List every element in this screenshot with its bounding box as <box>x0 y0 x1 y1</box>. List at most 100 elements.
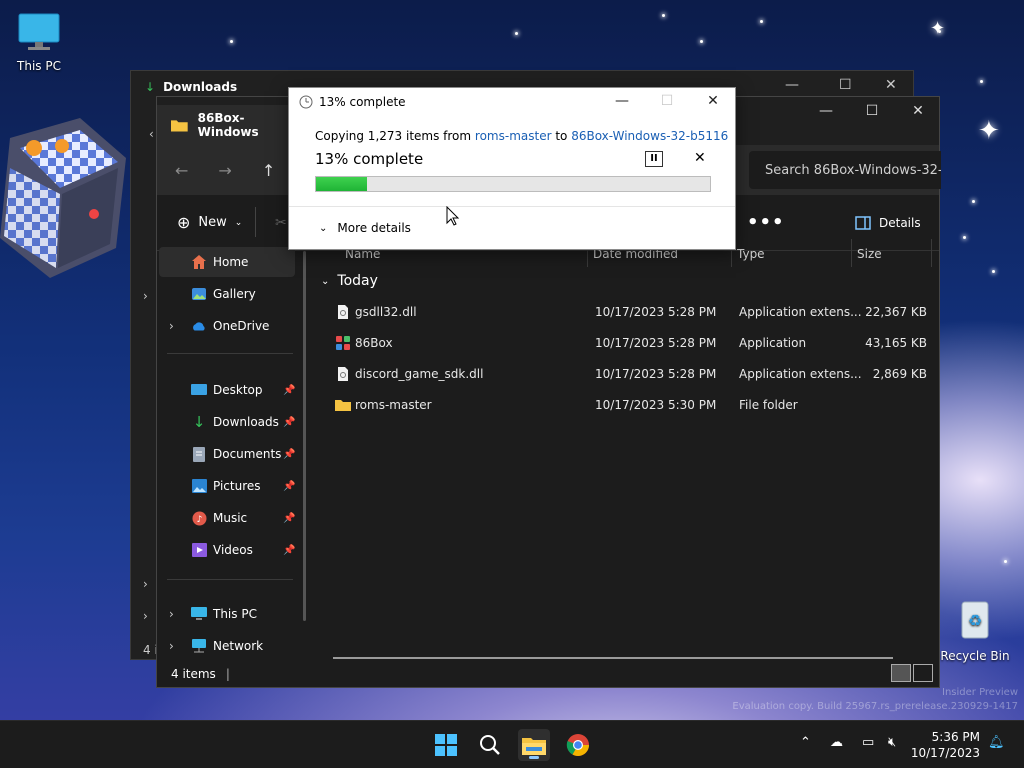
pause-button[interactable]: II <box>645 151 663 167</box>
sidebar-item-label: Videos <box>213 543 253 557</box>
sidebar-item-music[interactable]: ♪ Music 📌 <box>159 503 295 533</box>
desktop-folder-icon <box>191 382 207 398</box>
pin-icon: 📌 <box>283 512 296 524</box>
clock-icon <box>299 95 313 109</box>
new-button[interactable]: ⊕ New ⌄ <box>177 213 242 232</box>
sidebar-item-pictures[interactable]: Pictures 📌 <box>159 471 295 501</box>
desktop-icon-this-pc[interactable]: This PC <box>3 12 75 73</box>
sidebar-item-onedrive[interactable]: › OneDrive <box>159 311 295 341</box>
search-input[interactable]: Search 86Box-Windows-32-b <box>749 151 941 189</box>
file-type: Application <box>739 336 807 350</box>
back-arrow-icon[interactable]: ‹ <box>149 127 154 141</box>
destination-link[interactable]: 86Box-Windows-32-b5116 <box>571 129 728 143</box>
monitor-icon <box>18 13 60 50</box>
minimize-button[interactable]: — <box>785 77 799 93</box>
close-button[interactable]: ✕ <box>702 93 724 109</box>
table-row[interactable]: discord_game_sdk.dll 10/17/2023 5:28 PM … <box>329 359 929 389</box>
navigation-pane: Home Gallery › OneDrive Desktop 📌 ↓ Down… <box>157 247 307 661</box>
item-count: 4 items <box>171 667 216 681</box>
sidebar-item-label: Network <box>213 639 264 653</box>
view-switcher <box>891 664 933 682</box>
copy-progress-dialog[interactable]: 13% complete — ☐ ✕ Copying 1,273 items f… <box>288 87 736 250</box>
chevron-right-icon[interactable]: › <box>143 609 148 623</box>
sidebar-scrollbar[interactable] <box>303 251 306 621</box>
column-header-type[interactable]: Type <box>737 247 765 261</box>
system-clock[interactable]: 5:36 PM 10/17/2023 <box>911 729 980 761</box>
file-date: 10/17/2023 5:28 PM <box>595 336 717 350</box>
cancel-copy-button[interactable]: ✕ <box>694 150 706 166</box>
network-tray-icon[interactable]: ▭ <box>862 735 874 750</box>
chevron-right-icon[interactable]: › <box>169 607 174 621</box>
dll-file-icon <box>338 367 348 381</box>
desktop-icon-label: Recycle Bin <box>940 649 1010 663</box>
source-link[interactable]: roms-master <box>475 129 552 143</box>
minimize-button[interactable]: — <box>611 93 633 109</box>
network-icon <box>191 638 207 654</box>
details-button[interactable]: Details <box>855 216 921 230</box>
sidebar-item-videos[interactable]: Videos 📌 <box>159 535 295 565</box>
table-row[interactable]: 86Box 10/17/2023 5:28 PM Application 43,… <box>329 328 929 358</box>
documents-folder-icon <box>191 446 207 462</box>
show-hidden-icons-button[interactable]: ⌃ <box>800 735 811 750</box>
file-explorer-taskbar-button[interactable] <box>518 729 550 761</box>
pin-icon: 📌 <box>283 480 296 492</box>
maximize-button[interactable]: ☐ <box>857 103 887 119</box>
pin-icon: 📌 <box>283 384 296 396</box>
chevron-right-icon[interactable]: › <box>169 319 174 333</box>
windows-logo-icon <box>435 734 457 756</box>
maximize-button[interactable]: ☐ <box>839 77 852 93</box>
tab-86box-windows[interactable]: 86Box-Windows <box>157 105 297 145</box>
group-header-today[interactable]: ⌄ Today <box>321 273 378 289</box>
notification-bell-icon[interactable]: 🔔︎ <box>988 735 1005 750</box>
file-type: File folder <box>739 398 798 412</box>
home-icon <box>191 254 207 270</box>
sidebar-item-downloads[interactable]: ↓ Downloads 📌 <box>159 407 296 437</box>
horizontal-scrollbar[interactable] <box>333 657 893 659</box>
clock-date: 10/17/2023 <box>910 746 980 760</box>
back-button[interactable]: ← <box>175 161 188 180</box>
close-button[interactable]: ✕ <box>903 103 933 119</box>
file-date: 10/17/2023 5:28 PM <box>595 305 717 319</box>
volume-muted-icon[interactable]: 🔇︎ <box>888 735 896 750</box>
svg-text:♪: ♪ <box>196 515 202 525</box>
taskbar: ⌃ ☁ ▭ 🔇︎ 5:36 PM 10/17/2023 🔔︎ <box>0 720 1024 768</box>
sidebar-item-this-pc[interactable]: › This PC <box>159 599 295 629</box>
start-button[interactable] <box>430 729 462 761</box>
file-name: gsdll32.dll <box>355 305 417 319</box>
cut-icon[interactable]: ✂ <box>275 215 287 231</box>
details-label: Details <box>879 215 921 230</box>
group-label: Today <box>337 273 378 289</box>
chevron-down-icon: ⌄ <box>321 275 330 287</box>
details-view-button[interactable] <box>891 664 911 682</box>
pin-icon: 📌 <box>283 544 296 556</box>
forward-button[interactable]: → <box>218 161 231 180</box>
minimize-button[interactable]: — <box>811 103 841 119</box>
pin-icon: 📌 <box>283 448 296 460</box>
chevron-right-icon[interactable]: › <box>143 577 148 591</box>
sidebar-item-desktop[interactable]: Desktop 📌 <box>159 375 295 405</box>
table-row[interactable]: gsdll32.dll 10/17/2023 5:28 PM Applicati… <box>329 297 929 327</box>
sidebar-item-network[interactable]: › Network <box>159 631 295 661</box>
chevron-right-icon[interactable]: › <box>143 289 148 303</box>
search-button[interactable] <box>474 729 506 761</box>
column-header-size[interactable]: Size <box>857 247 882 261</box>
tiles-view-button[interactable] <box>913 664 933 682</box>
desktop-icon-recycle-bin[interactable]: ♻ Recycle Bin <box>939 598 1011 663</box>
videos-folder-icon <box>191 542 207 558</box>
more-details-toggle[interactable]: ⌄ More details <box>319 221 411 235</box>
folder-icon <box>171 120 188 132</box>
svg-text:♻: ♻ <box>968 611 982 630</box>
sidebar-item-gallery[interactable]: Gallery <box>159 279 295 309</box>
file-explorer-icon <box>522 738 546 755</box>
up-button[interactable]: ↑ <box>262 161 275 180</box>
chevron-right-icon[interactable]: › <box>169 639 174 653</box>
more-options-button[interactable]: ••• <box>747 212 785 233</box>
sidebar-item-label: Music <box>213 511 248 525</box>
chrome-taskbar-button[interactable] <box>562 729 594 761</box>
sidebar-item-home[interactable]: Home <box>159 247 295 277</box>
watermark-line: Evaluation copy. Build 25967.rs_prerelea… <box>732 701 1018 712</box>
table-row[interactable]: roms-master 10/17/2023 5:30 PM File fold… <box>329 390 929 420</box>
close-button[interactable]: ✕ <box>885 77 897 93</box>
onedrive-tray-icon[interactable]: ☁ <box>830 735 843 750</box>
sidebar-item-documents[interactable]: Documents 📌 <box>159 439 295 469</box>
